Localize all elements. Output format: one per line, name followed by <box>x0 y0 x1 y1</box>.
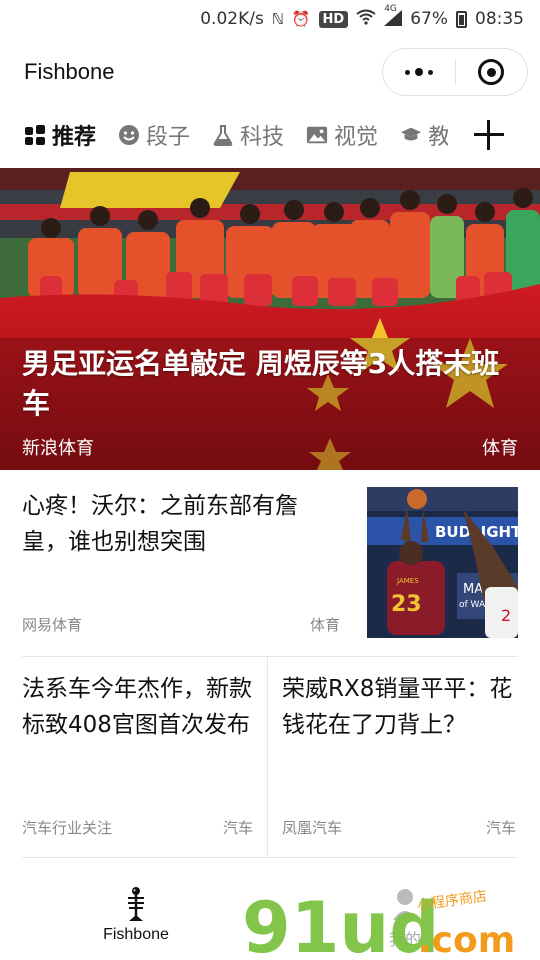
article-card-1[interactable]: 心疼！沃尔：之前东部有詹皇，谁也别想突围 网易体育 体育 BUDLIGHT MA… <box>0 470 540 656</box>
add-category-button[interactable] <box>472 118 506 152</box>
article-category-tag: 汽车 <box>485 819 516 837</box>
tab-scroll[interactable]: 推荐 段子 科技 视觉 教 <box>0 119 448 151</box>
flask-icon <box>212 124 234 146</box>
article-category-tag: 体育 <box>310 616 341 634</box>
battery-percent: 67% <box>410 9 448 29</box>
tab-jokes[interactable]: 段子 <box>118 119 190 151</box>
clock: 08:35 <box>475 9 524 29</box>
divider <box>22 857 518 858</box>
thumb-jersey-name: JAMES <box>396 577 419 585</box>
article-title: 心疼！沃尔：之前东部有詹皇，谁也别想突围 <box>22 493 298 555</box>
tab-label: 段子 <box>146 125 191 150</box>
article-title: 荣威RX8销量平平：花钱花在了刀背上？ <box>282 676 513 738</box>
nav-label: 我的 <box>388 932 421 949</box>
tab-label: 教 <box>428 125 448 150</box>
nav-label: Fishbone <box>103 926 169 943</box>
article-source: 网易体育 <box>22 616 83 634</box>
smiley-icon <box>118 124 140 146</box>
alarm-icon: ⏰ <box>291 10 311 28</box>
target-icon <box>478 59 505 85</box>
article-category-tag: 汽车 <box>222 819 253 837</box>
article-card-2[interactable]: 法系车今年杰作，新款标致408官图首次发布 汽车行业关注 汽车 <box>0 657 268 857</box>
more-button[interactable] <box>383 49 455 95</box>
status-bar: 0.02K/s ℕ ⏰ HD 4G 67% 08:35 <box>0 0 540 38</box>
tab-tech[interactable]: 科技 <box>212 119 284 151</box>
nav-mine[interactable]: 我的 <box>380 886 430 950</box>
hero-title: 男足亚运名单敲定 周煜辰等3人搭末班车 <box>22 347 500 420</box>
hero-category-tag: 体育 <box>482 438 518 459</box>
nav-home[interactable]: Fishbone <box>94 886 178 944</box>
article-source: 汽车行业关注 <box>22 819 113 837</box>
nfc-icon: ℕ <box>271 10 284 28</box>
network-speed: 0.02K/s <box>200 9 264 29</box>
article-source: 凤凰汽车 <box>282 819 343 837</box>
hero-article[interactable]: 男足亚运名单敲定 周煜辰等3人搭末班车 新浪体育 体育 <box>0 168 540 470</box>
tab-label: 推荐 <box>52 125 97 150</box>
network-type: 4G <box>384 3 397 14</box>
hd-badge: HD <box>318 10 349 28</box>
mini-program-capsule <box>382 48 528 96</box>
app-title: Fishbone <box>24 59 115 84</box>
fishbone-icon <box>128 887 144 921</box>
tab-education[interactable]: 教 <box>400 119 448 151</box>
tab-visual[interactable]: 视觉 <box>306 119 378 151</box>
battery-icon <box>456 10 467 28</box>
tab-label: 视觉 <box>334 125 379 150</box>
close-button[interactable] <box>456 49 528 95</box>
tab-recommend[interactable]: 推荐 <box>24 119 96 151</box>
category-tabs: 推荐 段子 科技 视觉 教 <box>0 106 540 164</box>
signal-icon: 4G <box>384 4 403 29</box>
bottom-navigation: Fishbone 我的 <box>0 860 540 960</box>
thumb-opponent-number: 2 <box>501 606 511 625</box>
article-card-3[interactable]: 荣威RX8销量平平：花钱花在了刀背上？ 凤凰汽车 汽车 <box>268 657 540 857</box>
graduation-cap-icon <box>400 124 422 146</box>
hero-image <box>0 168 540 470</box>
user-icon <box>393 889 417 920</box>
article-thumbnail: BUDLIGHT MAS of WAS JAMES 23 2 <box>367 487 518 638</box>
more-dots-icon <box>404 68 433 76</box>
hero-source: 新浪体育 <box>22 438 94 459</box>
wifi-icon <box>356 9 376 29</box>
tab-label: 科技 <box>240 125 285 150</box>
thumb-jersey-number: 23 <box>391 592 422 617</box>
title-bar: Fishbone <box>0 38 540 106</box>
article-title: 法系车今年杰作，新款标致408官图首次发布 <box>22 676 252 738</box>
image-icon <box>306 124 328 146</box>
grid-icon <box>24 124 46 146</box>
